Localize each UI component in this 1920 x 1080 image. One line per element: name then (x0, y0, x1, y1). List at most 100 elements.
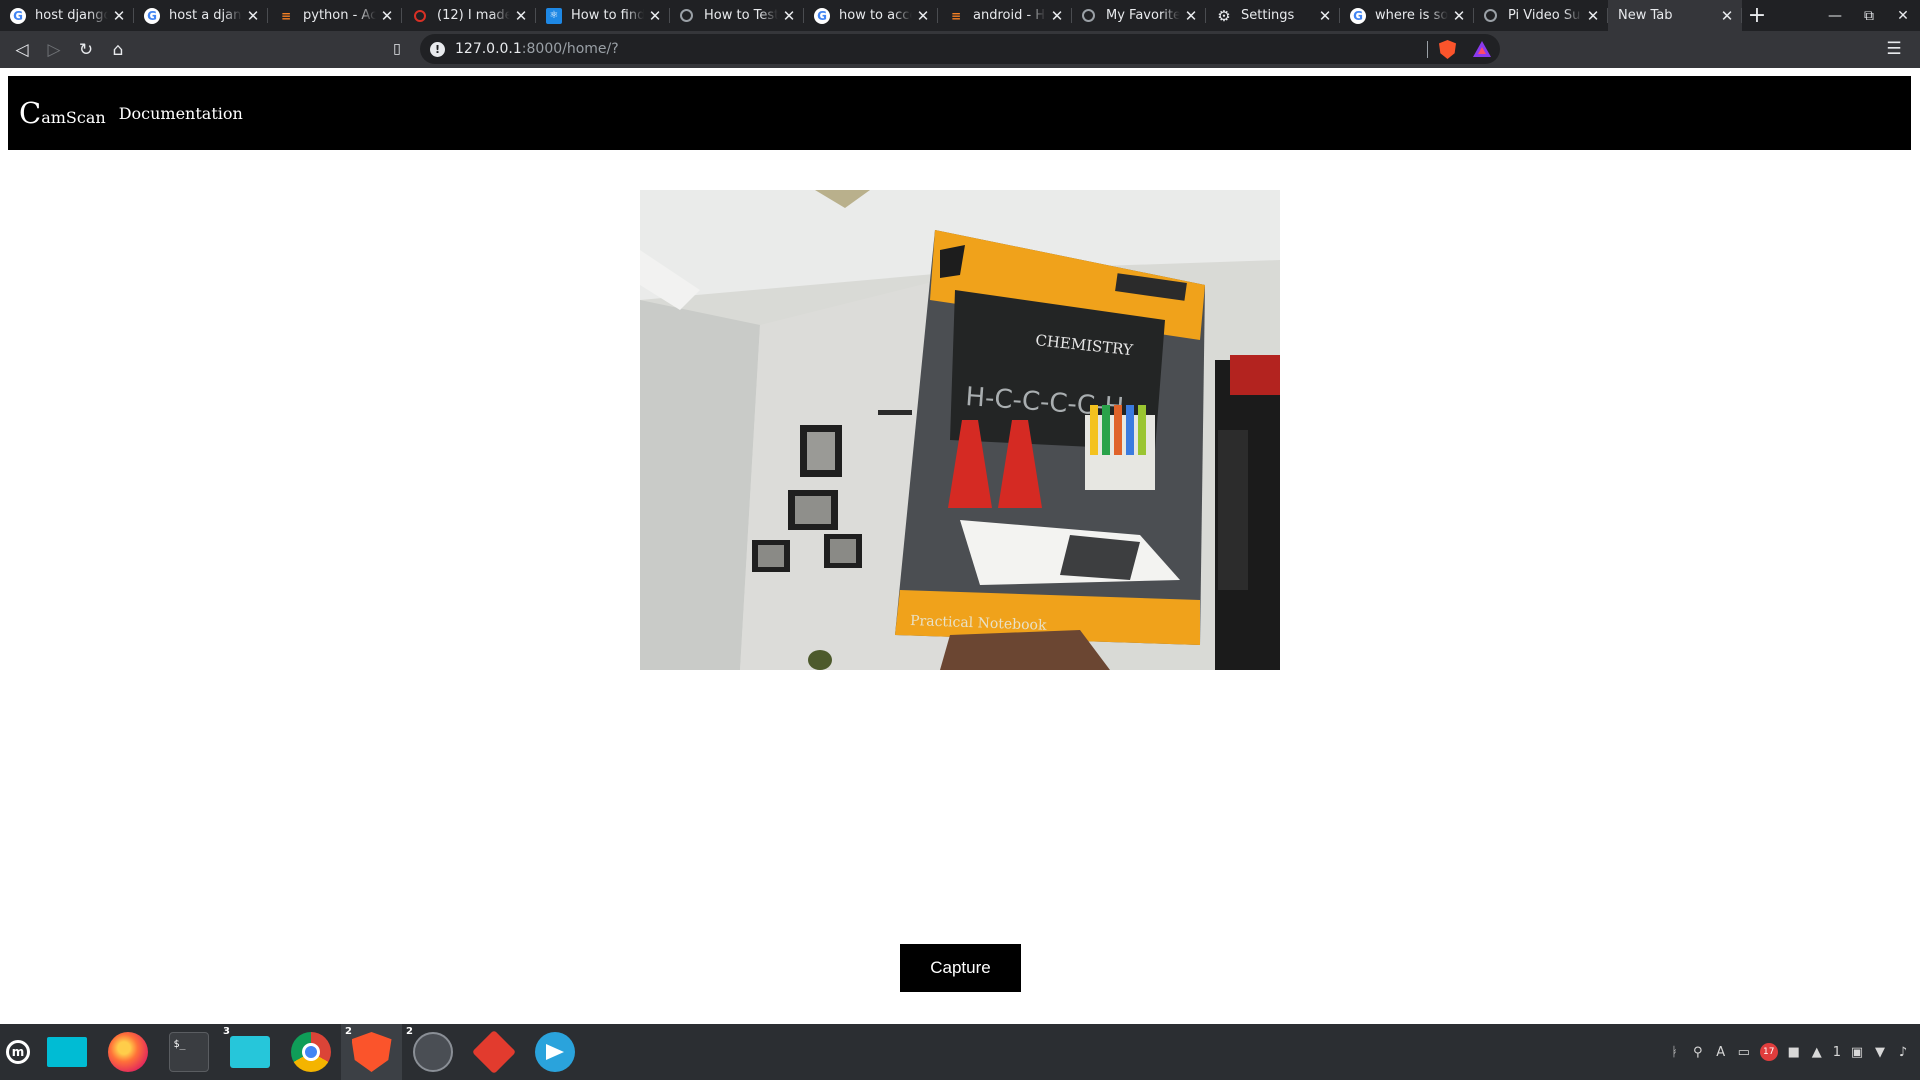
tab-title: host a django (169, 8, 242, 23)
folder-icon (229, 1036, 270, 1068)
taskbar-app-brave[interactable]: 2 (341, 1024, 402, 1080)
restore-icon[interactable]: ⧉ (1852, 0, 1886, 31)
window-count-badge: 2 (406, 1026, 413, 1037)
tab-title: android - How (973, 8, 1046, 23)
tab[interactable]: G host django project on ✕ (0, 0, 134, 31)
nav-link-documentation[interactable]: Documentation (119, 104, 243, 123)
browser-toolbar: ◁ ▷ ↻ ⌂ ▯ ! 127.0.0.1 :8000/home/? ☰ (0, 31, 1920, 68)
menu-icon[interactable]: ☰ (1878, 33, 1910, 65)
tab[interactable]: How to Test Django ✕ (670, 0, 804, 31)
tab-close-icon[interactable]: ✕ (1586, 7, 1600, 25)
tab-close-icon[interactable]: ✕ (648, 7, 662, 25)
update-icon[interactable]: ▲ (1810, 1045, 1824, 1060)
tab-close-icon[interactable]: ✕ (112, 7, 126, 25)
tab-close-icon[interactable]: ✕ (1318, 7, 1332, 25)
taskbar-app-firefox[interactable] (97, 1024, 158, 1080)
tab-close-icon[interactable]: ✕ (380, 7, 394, 25)
tab-close-icon[interactable]: ✕ (514, 7, 528, 25)
new-tab-button[interactable]: + (1742, 0, 1772, 31)
tab-title: how to access (839, 8, 912, 23)
tab-close-icon[interactable]: ✕ (1452, 7, 1466, 25)
url-divider (1427, 41, 1428, 58)
brave-rewards-icon[interactable] (1473, 41, 1491, 57)
volume-icon[interactable]: ♪ (1896, 1045, 1910, 1060)
tab-active[interactable]: New Tab ✕ (1608, 0, 1742, 31)
react-icon: ⚛ (546, 7, 562, 24)
menu-launcher[interactable]: m (0, 1024, 36, 1080)
tab-close-icon[interactable]: ✕ (1720, 7, 1734, 25)
taskbar: m $_ 3 2 2 ᛓ ⚲ A ▭ 17 ■ ▲ 1 ▣ ▼ ♪ (0, 1024, 1920, 1080)
brave-icon (351, 1032, 392, 1072)
tab-close-icon[interactable]: ✕ (246, 7, 260, 25)
tab[interactable]: ⚙ Settings ✕ (1206, 0, 1340, 31)
tab-close-icon[interactable]: ✕ (782, 7, 796, 25)
firefox-icon (107, 1032, 148, 1072)
notification-count-badge[interactable]: 17 (1759, 1043, 1778, 1061)
ruby-icon (471, 1029, 516, 1075)
wifi-icon[interactable]: ▼ (1873, 1045, 1887, 1060)
stackoverflow-icon: ≡ (280, 8, 292, 23)
url-host: 127.0.0.1 (455, 41, 522, 57)
linux-mint-icon: m (6, 1040, 30, 1064)
globe-icon (680, 9, 693, 22)
tab[interactable]: My Favorite S ✕ (1072, 0, 1206, 31)
window-count-badge: 2 (345, 1026, 352, 1037)
taskbar-app-terminal[interactable]: $_ (158, 1024, 219, 1080)
brand-initial: C (19, 96, 42, 130)
tab-title: host django project on (35, 8, 108, 23)
taskbar-app-desktop[interactable] (36, 1024, 97, 1080)
taskbar-app-atom[interactable]: 2 (402, 1024, 463, 1080)
tab-title: python - Access (303, 8, 376, 23)
security-icon[interactable]: ⚲ (1691, 1045, 1705, 1060)
brand-link[interactable]: CamScan (19, 96, 106, 130)
telegram-icon (534, 1032, 575, 1072)
taskbar-app-ruby[interactable] (463, 1024, 524, 1080)
bluetooth-icon[interactable]: ᛓ (1668, 1045, 1682, 1060)
bookmark-icon[interactable]: ▯ (381, 33, 413, 65)
tab[interactable]: ≡ python - Access ✕ (268, 0, 402, 31)
globe-icon (1082, 9, 1095, 22)
tab-title: Pi Video Surveillance (1508, 8, 1582, 23)
screen-icon[interactable]: ▣ (1850, 1045, 1864, 1060)
tab-close-icon[interactable]: ✕ (916, 7, 930, 25)
quora-icon (414, 9, 426, 22)
tab[interactable]: Pi Video Surveillance ✕ (1474, 0, 1608, 31)
page-content: CamScan Documentation CHEMISTRY H-C-C-C-… (0, 68, 1920, 1024)
taskbar-app-chrome[interactable] (280, 1024, 341, 1080)
tab[interactable]: G how to access ✕ (804, 0, 938, 31)
home-icon[interactable]: ⌂ (102, 34, 134, 66)
back-icon[interactable]: ◁ (6, 34, 38, 66)
forward-icon[interactable]: ▷ (38, 34, 70, 66)
gear-icon: ⚙ (1217, 6, 1231, 25)
terminal-icon: $_ (168, 1032, 209, 1072)
tab-title: My Favorite S (1106, 8, 1180, 23)
keyboard-icon[interactable]: A (1714, 1045, 1728, 1060)
globe-icon (1484, 9, 1497, 22)
brave-shield-icon[interactable] (1439, 40, 1456, 59)
tab-close-icon[interactable]: ✕ (1184, 7, 1198, 25)
capture-button[interactable]: Capture (900, 944, 1021, 992)
window-controls: — ⧉ ✕ (1818, 0, 1920, 31)
tab-close-icon[interactable]: ✕ (1050, 7, 1064, 25)
tab[interactable]: (12) I made a ✕ (402, 0, 536, 31)
tab-title: Settings (1241, 8, 1295, 23)
reload-icon[interactable]: ↻ (70, 34, 102, 66)
close-window-icon[interactable]: ✕ (1886, 0, 1920, 31)
display-icon[interactable]: ▭ (1737, 1045, 1751, 1060)
url-path: :8000/home/? (521, 41, 619, 57)
clipboard-icon[interactable]: ■ (1787, 1045, 1801, 1060)
address-bar[interactable]: ! 127.0.0.1 :8000/home/? (420, 34, 1500, 64)
chrome-icon (290, 1032, 331, 1072)
site-navbar: CamScan Documentation (8, 76, 1911, 150)
tab-strip: G host django project on ✕ G host a djan… (0, 0, 1920, 31)
taskbar-app-telegram[interactable] (524, 1024, 585, 1080)
tab[interactable]: ⚛ How to find your ✕ (536, 0, 670, 31)
brand-rest: amScan (41, 108, 106, 127)
info-icon[interactable]: ! (430, 41, 445, 57)
stackoverflow-icon: ≡ (950, 8, 962, 23)
tab[interactable]: G where is source ✕ (1340, 0, 1474, 31)
taskbar-app-files[interactable]: 3 (219, 1024, 280, 1080)
tab[interactable]: G host a django ✕ (134, 0, 268, 31)
minimize-icon[interactable]: — (1818, 0, 1852, 31)
tab[interactable]: ≡ android - How ✕ (938, 0, 1072, 31)
